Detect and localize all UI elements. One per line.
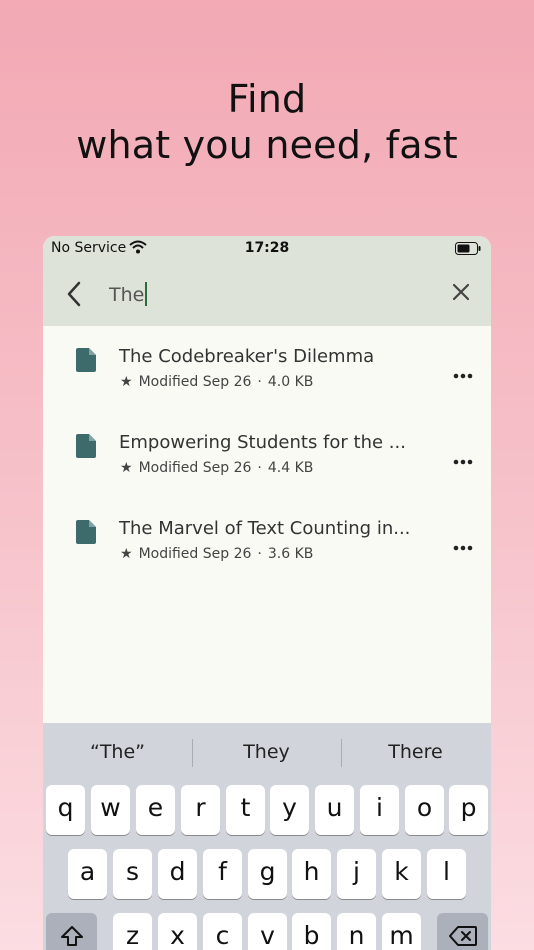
suggestion-item[interactable]: There — [341, 741, 490, 763]
file-meta: ★ Modified Sep 26 · 4.0 KB — [120, 374, 313, 390]
key[interactable]: z — [113, 913, 152, 950]
file-size: 4.4 KB — [267, 460, 314, 476]
key[interactable]: g — [248, 849, 287, 899]
file-modified: Modified Sep 26 — [138, 546, 252, 562]
text-caret — [145, 282, 148, 306]
search-input[interactable]: The — [109, 282, 148, 306]
document-icon — [76, 348, 96, 376]
shift-icon — [60, 926, 83, 946]
document-icon — [76, 434, 96, 462]
key[interactable]: a — [68, 849, 107, 899]
file-meta: ★ Modified Sep 26 · 4.4 KB — [120, 460, 313, 476]
document-icon — [76, 520, 96, 548]
separator-dot: · — [257, 546, 262, 562]
separator-dot: · — [257, 374, 262, 390]
more-options-icon[interactable] — [453, 364, 473, 383]
file-size: 3.6 KB — [267, 546, 314, 562]
backspace-icon — [448, 926, 477, 946]
more-options-icon[interactable] — [453, 450, 473, 469]
key[interactable]: f — [203, 849, 242, 899]
key[interactable]: d — [158, 849, 197, 899]
key[interactable]: x — [158, 913, 197, 950]
key[interactable]: l — [427, 849, 466, 899]
key[interactable]: p — [449, 785, 488, 835]
headline: Find what you need, fast — [0, 76, 534, 168]
key[interactable]: c — [203, 913, 242, 950]
key[interactable]: h — [292, 849, 331, 899]
status-bar: No Service 17:28 — [43, 236, 491, 262]
search-bar: The — [43, 262, 491, 326]
star-icon: ★ — [120, 546, 133, 562]
file-title: The Codebreaker's Dilemma — [119, 346, 375, 367]
suggestion-item[interactable]: “The” — [43, 741, 192, 763]
key[interactable]: u — [315, 785, 354, 835]
delete-key[interactable] — [437, 913, 488, 950]
suggestion-item[interactable]: They — [192, 741, 341, 763]
star-icon: ★ — [120, 374, 133, 390]
file-title: The Marvel of Text Counting in... — [119, 518, 411, 539]
key[interactable]: k — [382, 849, 421, 899]
results-list: The Codebreaker's Dilemma ★ Modified Sep … — [43, 326, 491, 584]
search-query: The — [109, 284, 145, 306]
key[interactable]: m — [382, 913, 421, 950]
file-meta: ★ Modified Sep 26 · 3.6 KB — [120, 546, 313, 562]
more-options-icon[interactable] — [453, 536, 473, 555]
key[interactable]: n — [337, 913, 376, 950]
battery-icon — [455, 242, 481, 259]
file-modified: Modified Sep 26 — [138, 460, 252, 476]
list-item[interactable]: The Codebreaker's Dilemma ★ Modified Sep … — [43, 326, 491, 412]
key[interactable]: w — [91, 785, 130, 835]
key[interactable]: i — [360, 785, 399, 835]
close-icon[interactable] — [451, 282, 471, 306]
separator-dot: · — [257, 460, 262, 476]
file-modified: Modified Sep 26 — [138, 374, 252, 390]
file-title: Empowering Students for the ... — [119, 432, 406, 453]
key[interactable]: b — [292, 913, 331, 950]
key[interactable]: v — [248, 913, 287, 950]
list-item[interactable]: Empowering Students for the ... ★ Modifie… — [43, 412, 491, 498]
key[interactable]: r — [181, 785, 220, 835]
headline-line1: Find — [227, 77, 307, 121]
key[interactable]: q — [46, 785, 85, 835]
keyboard: “The” They There q w e r t y u i o p a s… — [43, 723, 491, 950]
key[interactable]: o — [405, 785, 444, 835]
key[interactable]: t — [226, 785, 265, 835]
headline-line2: what you need, fast — [76, 123, 458, 167]
back-icon[interactable] — [65, 280, 85, 312]
key[interactable]: j — [337, 849, 376, 899]
status-time: 17:28 — [244, 240, 290, 256]
key[interactable]: e — [136, 785, 175, 835]
shift-key[interactable] — [46, 913, 97, 950]
phone-screen: No Service 17:28 The The Codebreaker's D… — [43, 236, 491, 950]
key[interactable]: s — [113, 849, 152, 899]
suggestion-bar: “The” They There — [43, 723, 491, 781]
key[interactable]: y — [270, 785, 309, 835]
file-size: 4.0 KB — [267, 374, 314, 390]
star-icon: ★ — [120, 460, 133, 476]
list-item[interactable]: The Marvel of Text Counting in... ★ Modif… — [43, 498, 491, 584]
